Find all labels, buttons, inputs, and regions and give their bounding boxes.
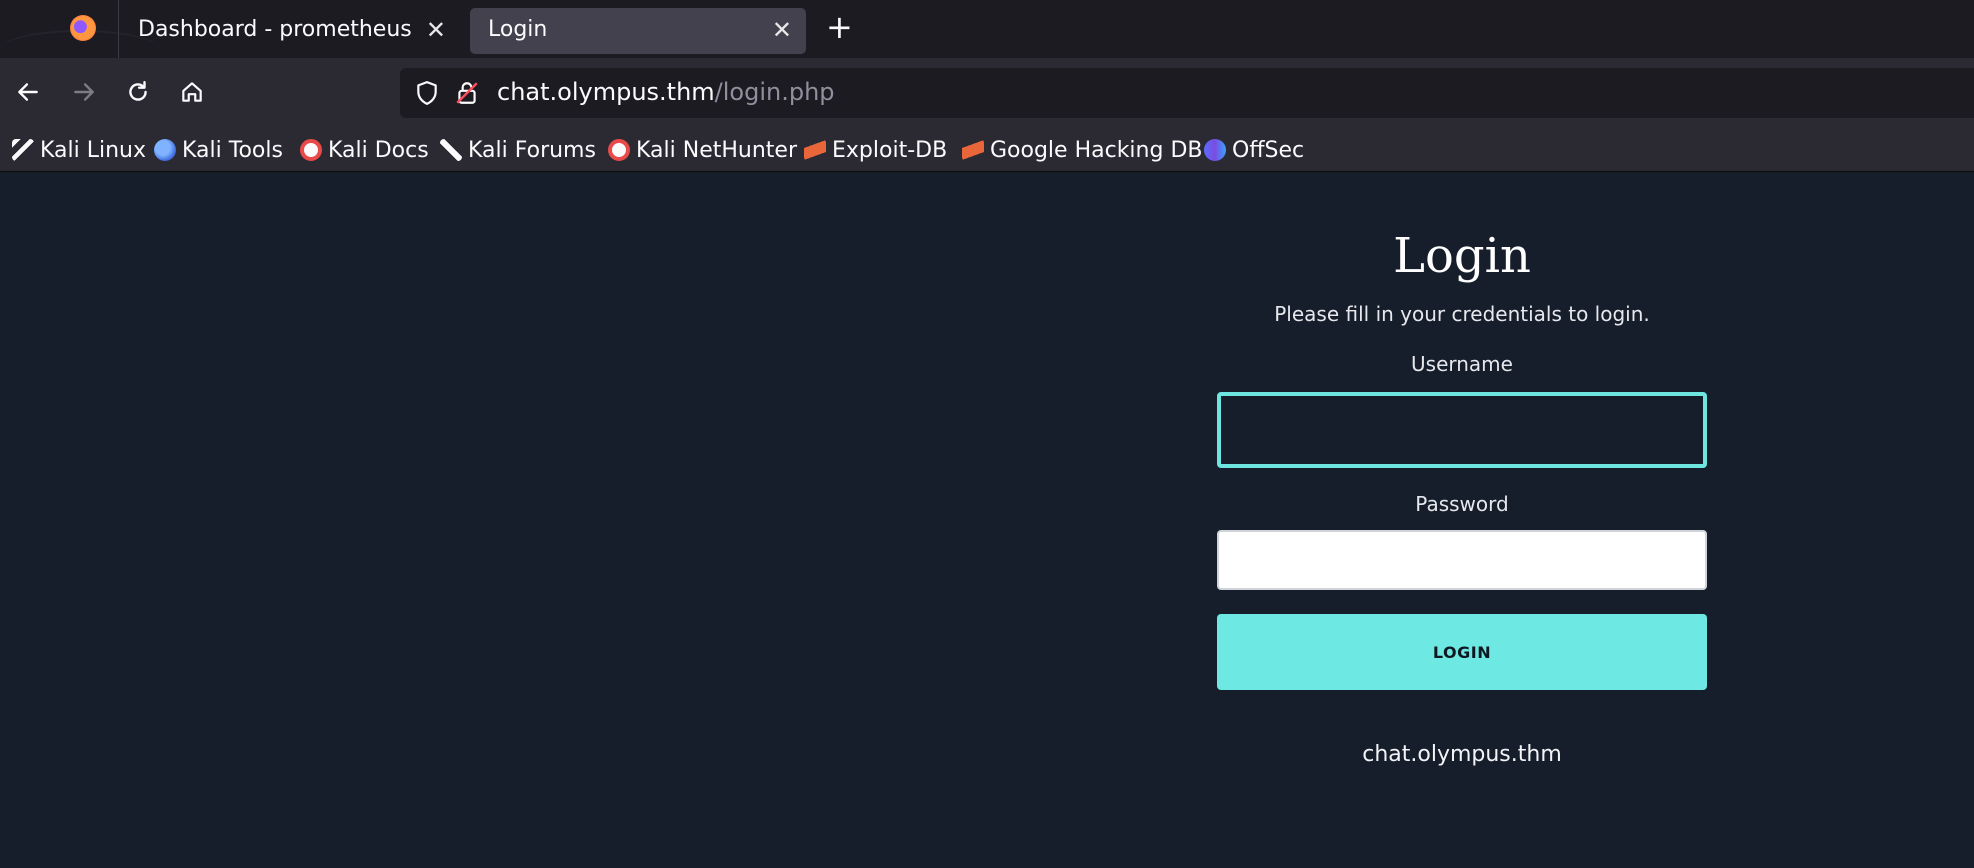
- username-input[interactable]: [1217, 392, 1707, 468]
- bookmark-label: OffSec: [1232, 137, 1305, 163]
- tab-dashboard-prometheus[interactable]: Dashboard - prometheus ✕: [120, 8, 460, 54]
- forward-arrow-icon[interactable]: [64, 72, 104, 112]
- bookmark-kali-nethunter[interactable]: Kali NetHunter: [608, 134, 797, 166]
- bookmark-label: Kali Linux: [40, 137, 147, 163]
- tracking-shield-icon[interactable]: [414, 80, 440, 106]
- login-button[interactable]: LOGIN: [1217, 614, 1707, 690]
- bookmark-kali-forums[interactable]: Kali Forums: [440, 134, 596, 166]
- firefox-logo-icon[interactable]: [70, 15, 96, 41]
- tab-label: Login: [488, 17, 548, 42]
- tab-strip: Dashboard - prometheus ✕ Login ✕ +: [0, 0, 1974, 58]
- kali-nethunter-icon: [608, 139, 630, 161]
- password-input[interactable]: [1217, 530, 1707, 590]
- bookmark-exploit-db[interactable]: Exploit-DB: [804, 134, 947, 166]
- tab-login[interactable]: Login ✕: [470, 8, 806, 54]
- page-content: Login Please fill in your credentials to…: [0, 172, 1974, 868]
- page-title: Login: [1393, 228, 1531, 284]
- new-tab-plus-icon[interactable]: +: [826, 8, 853, 46]
- bookmark-label: Kali Tools: [182, 137, 283, 163]
- insecure-lock-icon[interactable]: [454, 80, 480, 106]
- bookmark-label: Exploit-DB: [832, 137, 948, 163]
- kali-forums-icon: [440, 139, 462, 161]
- bookmark-kali-docs[interactable]: Kali Docs: [300, 134, 429, 166]
- footer-hostname: chat.olympus.thm: [1362, 742, 1562, 767]
- login-subtitle: Please fill in your credentials to login…: [1274, 302, 1650, 326]
- navigation-toolbar: chat.olympus.thm/login.php: [0, 58, 1974, 128]
- reload-icon[interactable]: [118, 72, 158, 112]
- password-label: Password: [1415, 492, 1509, 516]
- url-text[interactable]: chat.olympus.thm/login.php: [497, 78, 835, 106]
- bookmark-label: Google Hacking DB: [990, 137, 1203, 163]
- tab-label: Dashboard - prometheus: [138, 17, 412, 42]
- close-tab-icon[interactable]: ✕: [772, 16, 792, 44]
- bookmarks-toolbar: Kali Linux Kali Tools Kali Docs Kali For…: [0, 128, 1974, 172]
- bookmark-offsec[interactable]: OffSec: [1204, 134, 1304, 166]
- ghdb-icon: [962, 139, 984, 161]
- url-host: chat.olympus.thm: [497, 78, 715, 106]
- bookmark-label: Kali NetHunter: [636, 137, 797, 163]
- kali-docs-icon: [300, 139, 322, 161]
- offsec-icon: [1204, 139, 1226, 161]
- exploit-db-icon: [804, 139, 826, 161]
- url-path: /login.php: [714, 78, 835, 106]
- kali-tools-icon: [154, 139, 176, 161]
- username-label: Username: [1411, 352, 1513, 376]
- home-icon[interactable]: [172, 72, 212, 112]
- close-tab-icon[interactable]: ✕: [426, 16, 446, 44]
- bookmark-label: Kali Forums: [468, 137, 596, 163]
- bookmark-label: Kali Docs: [328, 137, 429, 163]
- bookmark-kali-tools[interactable]: Kali Tools: [154, 134, 283, 166]
- bookmark-google-hacking-db[interactable]: Google Hacking DB: [962, 134, 1202, 166]
- back-arrow-icon[interactable]: [8, 72, 48, 112]
- address-bar[interactable]: chat.olympus.thm/login.php: [400, 68, 1974, 118]
- kali-dragon-icon: [12, 139, 34, 161]
- tab-separator: [118, 0, 119, 58]
- bookmark-kali-linux[interactable]: Kali Linux: [12, 134, 146, 166]
